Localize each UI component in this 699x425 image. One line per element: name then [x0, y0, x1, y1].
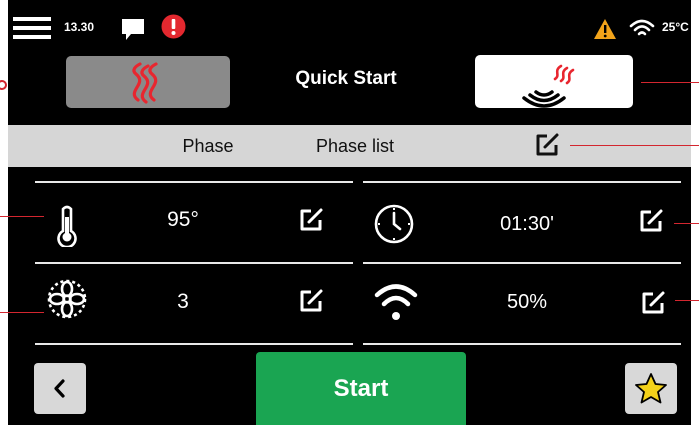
callout-thermometer	[0, 216, 44, 217]
start-button-label: Start	[333, 375, 389, 402]
callout-microwave-mode	[641, 82, 699, 83]
tab-phase-list[interactable]: Phase list	[300, 136, 410, 157]
edit-phase-list-icon[interactable]	[534, 132, 560, 158]
divider-bottom-right	[363, 343, 681, 345]
favorite-button[interactable]	[625, 363, 677, 414]
edit-fan-icon[interactable]	[298, 288, 324, 314]
temperature-value: 95°	[167, 208, 199, 231]
divider-top-right	[363, 181, 681, 183]
divider-mid-left	[35, 262, 353, 264]
divider-mid-right	[363, 262, 681, 264]
menu-icon[interactable]	[13, 15, 51, 41]
microwave-power-value: 50%	[506, 291, 548, 313]
heat-waves-icon	[132, 62, 158, 104]
edit-temperature-icon[interactable]	[298, 207, 324, 233]
callout-power-edit	[675, 300, 699, 301]
edit-microwave-power-icon[interactable]	[640, 290, 666, 316]
microwave-heat-icon	[522, 64, 575, 108]
page-title: Quick Start	[295, 68, 397, 89]
clock-icon	[373, 203, 415, 245]
callout-time-edit	[674, 223, 699, 224]
chevron-left-icon	[54, 379, 65, 398]
fan-speed-value: 3	[177, 290, 189, 313]
microwave-power-icon	[374, 280, 418, 324]
wifi-icon[interactable]	[629, 18, 655, 38]
star-icon	[635, 373, 667, 404]
oven-control-screen: 13.30 25°C Quick Start Phase Phase list …	[8, 0, 691, 425]
back-button[interactable]	[34, 363, 86, 414]
mode-heat-button[interactable]	[66, 56, 230, 108]
divider-bottom-left	[35, 343, 353, 345]
status-time: 13.30	[64, 20, 95, 34]
time-value: 01:30'	[500, 213, 554, 235]
callout-phase-list	[570, 145, 699, 146]
warning-icon[interactable]	[593, 18, 617, 40]
mode-microwave-button[interactable]	[475, 55, 633, 108]
tab-phase[interactable]: Phase	[173, 136, 243, 157]
callout-fan	[0, 312, 44, 313]
status-temperature: 25°C	[662, 20, 689, 34]
edit-time-icon[interactable]	[638, 208, 664, 234]
chat-icon[interactable]	[120, 17, 146, 43]
callout-heat-mode-dot	[0, 77, 8, 90]
start-button[interactable]: Start	[256, 352, 466, 425]
thermometer-icon	[56, 205, 78, 249]
fan-icon	[46, 278, 88, 320]
alert-icon[interactable]	[161, 14, 186, 39]
divider-top-left	[35, 181, 353, 183]
